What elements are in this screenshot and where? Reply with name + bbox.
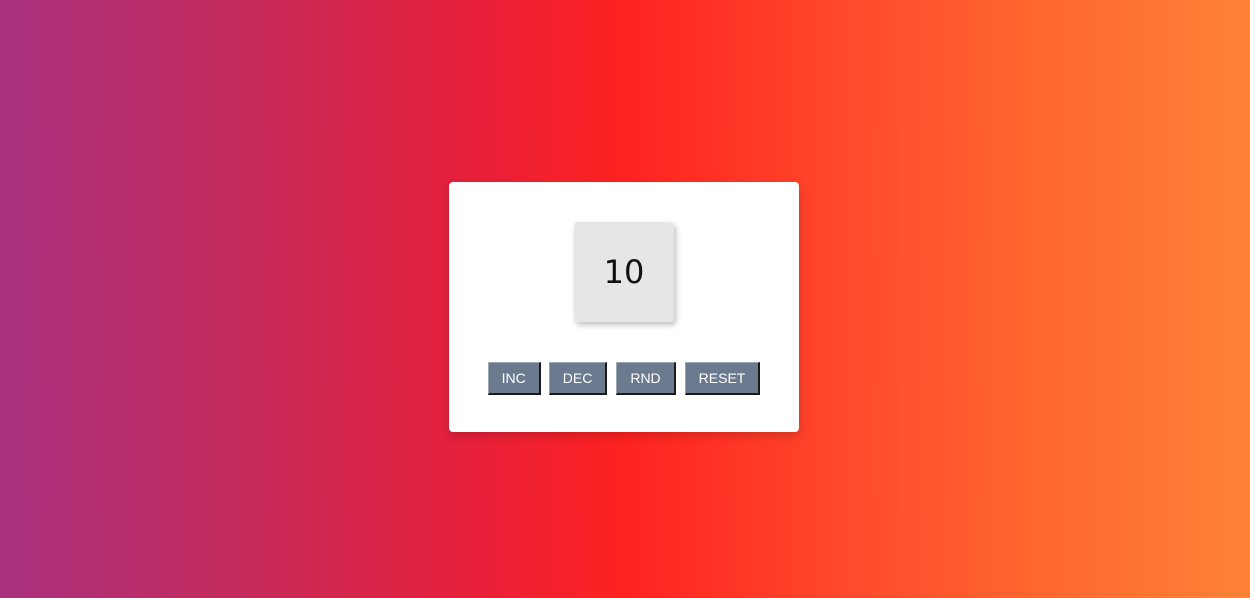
reset-button[interactable]: RESET bbox=[684, 362, 761, 395]
counter-value: 10 bbox=[603, 253, 645, 291]
button-row: INC DEC RND RESET bbox=[449, 362, 799, 395]
counter-display: 10 bbox=[574, 222, 674, 322]
increment-button[interactable]: INC bbox=[487, 362, 541, 395]
random-button[interactable]: RND bbox=[616, 362, 676, 395]
decrement-button[interactable]: DEC bbox=[548, 362, 608, 395]
counter-card: 10 INC DEC RND RESET bbox=[449, 182, 799, 432]
